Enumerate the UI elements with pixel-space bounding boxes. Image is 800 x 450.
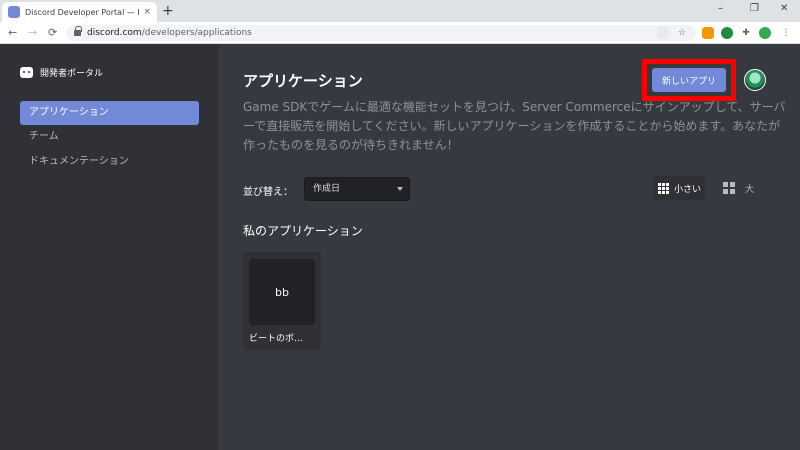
page-title: アプリケーション: [243, 72, 363, 90]
view-large-label: 大: [745, 184, 755, 195]
forward-icon[interactable]: →: [28, 26, 37, 40]
sidebar-item-applications[interactable]: アプリケーション: [20, 101, 199, 125]
new-tab-button[interactable]: +: [162, 3, 174, 19]
shield-green-icon[interactable]: [721, 27, 733, 39]
section-title: 私のアプリケーション: [243, 224, 363, 238]
maximize-icon[interactable]: ❐: [750, 3, 759, 14]
back-icon[interactable]: ←: [8, 26, 17, 40]
tab-title: Discord Developer Portal — My Applicatio…: [25, 7, 139, 17]
url-host: discord.com: [87, 28, 142, 38]
brand-text: 開発者ポータル: [40, 69, 104, 79]
star-icon[interactable]: ☆: [676, 27, 688, 39]
tab-close-icon[interactable]: ×: [143, 7, 151, 17]
sidebar-item-teams[interactable]: チーム: [20, 125, 199, 149]
view-small-label: 小さい: [674, 184, 702, 195]
chevron-down-icon: [397, 187, 403, 191]
application-card[interactable]: bb ビートのボ...: [243, 252, 321, 350]
app-name: ビートのボ...: [249, 334, 303, 344]
grid-small-icon: [658, 182, 669, 194]
page-description: Game SDKでゲームに最適な機能セットを見つけ、Server Commerc…: [243, 100, 786, 152]
browser-tab[interactable]: Discord Developer Portal — My Applicatio…: [2, 2, 157, 22]
view-small-toggle[interactable]: 小さい: [653, 176, 705, 200]
address-bar[interactable]: discord.com /developers/applications: [66, 25, 696, 41]
avatar[interactable]: [744, 69, 766, 91]
browser-tab-bar: Discord Developer Portal — My Applicatio…: [0, 0, 800, 22]
menu-icon[interactable]: ⋮: [780, 27, 792, 39]
grid-large-icon: [723, 182, 735, 194]
puzzle-icon[interactable]: ✚: [740, 27, 752, 39]
sort-value: 作成日: [313, 184, 341, 194]
sort-select[interactable]: 作成日: [304, 177, 410, 201]
sidebar-item-documentation[interactable]: ドキュメンテーション: [20, 150, 199, 174]
sort-label: 並び替え：: [243, 187, 293, 198]
translate-icon[interactable]: [657, 27, 669, 39]
url-path: /developers/applications: [141, 28, 252, 38]
browser-toolbar: ← → ⟳ discord.com /developers/applicatio…: [0, 22, 800, 44]
highlight-box: 新しいアプリ: [642, 59, 736, 101]
brand[interactable]: 開発者ポータル: [20, 66, 103, 79]
sidebar: 開発者ポータル アプリケーション チーム ドキュメンテーション: [0, 44, 218, 450]
main-content: アプリケーション 新しいアプリ Game SDKでゲームに最適な機能セットを見つ…: [218, 44, 800, 450]
app-icon: bb: [249, 259, 315, 325]
minimize-icon[interactable]: –: [718, 3, 723, 14]
view-large-toggle[interactable]: 大: [723, 176, 754, 200]
profile-icon[interactable]: [759, 27, 771, 39]
extension-orange-icon[interactable]: [702, 27, 714, 39]
close-window-icon[interactable]: ✕: [780, 3, 788, 14]
lock-icon: [74, 26, 82, 36]
reload-icon[interactable]: ⟳: [48, 26, 57, 40]
discord-favicon-icon: [8, 6, 20, 18]
new-application-button[interactable]: 新しいアプリ: [652, 68, 726, 92]
discord-logo-icon: [20, 67, 33, 78]
